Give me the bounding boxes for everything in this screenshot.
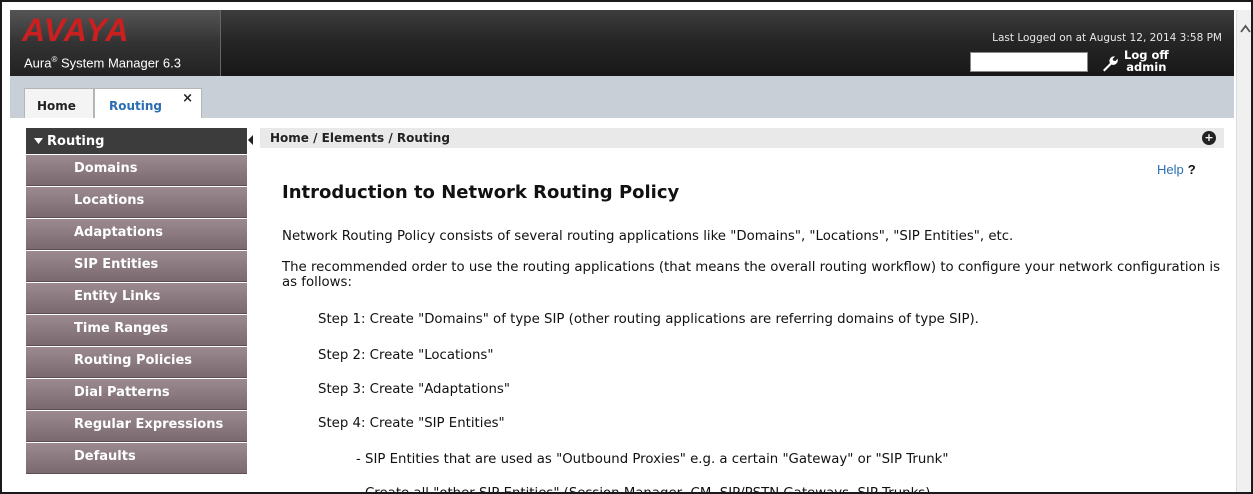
avaya-logo: AVAYA [22, 12, 130, 48]
breadcrumb: Home / Elements / Routing [270, 131, 450, 145]
plus-circle-icon[interactable]: + [1202, 131, 1216, 145]
tab-routing[interactable]: Routing × [94, 88, 202, 118]
product-name: Aura® System Manager 6.3 [24, 55, 181, 70]
triangle-down-icon[interactable] [34, 137, 43, 145]
wrench-icon[interactable] [1100, 54, 1118, 72]
logoff-link[interactable]: Log off admin [1124, 49, 1169, 73]
step-4-sub-1: - SIP Entities that are used as "Outboun… [356, 452, 949, 467]
help-question-icon[interactable]: ? [1188, 162, 1196, 177]
tab-home[interactable]: Home [24, 88, 94, 118]
sidebar-title[interactable]: Routing [47, 134, 104, 149]
logoff-user: admin [1126, 60, 1167, 74]
sidebar-item-dial-patterns[interactable]: Dial Patterns [26, 379, 247, 410]
browser-frame: AVAYA Aura® System Manager 6.3 Last Logg… [0, 0, 1253, 494]
close-icon[interactable]: × [182, 91, 193, 106]
sidebar-item-locations[interactable]: Locations [26, 187, 247, 218]
sidebar-item-time-ranges[interactable]: Time Ranges [26, 315, 247, 346]
help-link[interactable]: Help? [1157, 162, 1196, 177]
vertical-scrollbar[interactable] [1236, 10, 1251, 492]
collapse-arrow-icon[interactable] [247, 130, 255, 150]
order-paragraph: The recommended order to use the routing… [282, 260, 1221, 290]
step-4-sub-2: - Create all "other SIP Entities" (Sessi… [356, 486, 931, 494]
sidebar-item-entity-links[interactable]: Entity Links [26, 283, 247, 314]
sidebar-item-routing-policies[interactable]: Routing Policies [26, 347, 247, 378]
sidebar-item-sip-entities[interactable]: SIP Entities [26, 251, 247, 282]
step-2: Step 2: Create "Locations" [318, 348, 494, 363]
product-version: System Manager 6.3 [57, 55, 181, 71]
tab-bar: Home Routing × [10, 76, 1234, 118]
intro-paragraph: Network Routing Policy consists of sever… [282, 229, 1014, 244]
page-title: Introduction to Network Routing Policy [282, 182, 680, 203]
help-label[interactable]: Help [1157, 162, 1184, 177]
logo-area: AVAYA Aura® System Manager 6.3 [10, 10, 221, 76]
scroll-up-arrow-icon[interactable] [1240, 24, 1251, 34]
tab-home-label[interactable]: Home [37, 99, 76, 113]
sidebar-item-adaptations[interactable]: Adaptations [26, 219, 247, 250]
sidebar-header[interactable]: Routing [26, 128, 247, 154]
sidebar-nav: Routing Domains Locations Adaptations SI… [26, 128, 247, 474]
step-4: Step 4: Create "SIP Entities" [318, 416, 505, 431]
sidebar-item-regular-expressions[interactable]: Regular Expressions [26, 411, 247, 442]
sidebar-item-defaults[interactable]: Defaults [26, 443, 247, 474]
step-3: Step 3: Create "Adaptations" [318, 382, 510, 397]
product-brand: Aura [24, 55, 52, 71]
search-input[interactable] [970, 52, 1088, 72]
tab-routing-label[interactable]: Routing [109, 99, 162, 113]
breadcrumb-bar: Home / Elements / Routing + [260, 128, 1224, 148]
step-1: Step 1: Create "Domains" of type SIP (ot… [318, 312, 979, 327]
sidebar-item-domains[interactable]: Domains [26, 155, 247, 186]
app-header: AVAYA Aura® System Manager 6.3 Last Logg… [10, 10, 1234, 76]
last-logged-text: Last Logged on at August 12, 2014 3:58 P… [992, 32, 1222, 44]
